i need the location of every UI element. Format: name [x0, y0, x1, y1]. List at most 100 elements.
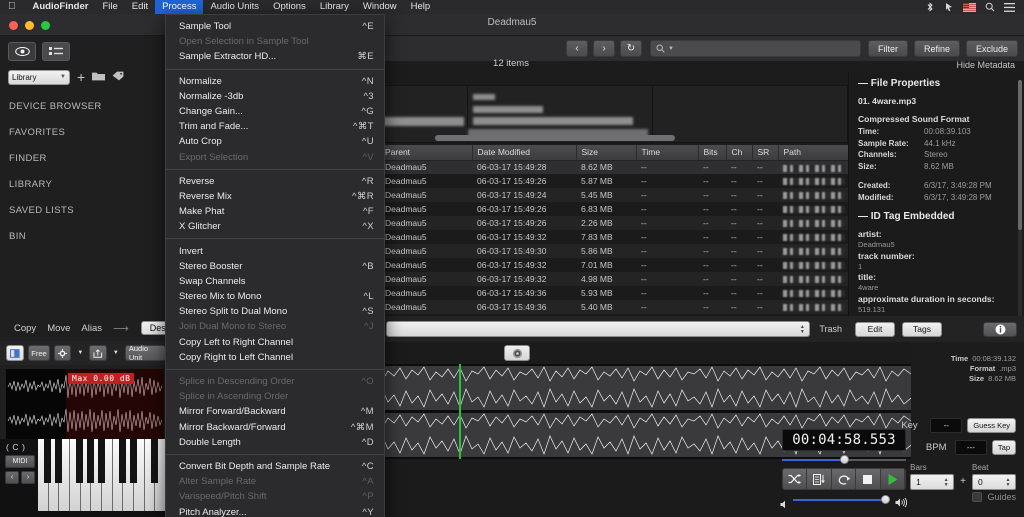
- table-row[interactable]: Deadmau5 06-03-17 15:49:26 5.87 MB -- --…: [380, 174, 848, 188]
- source-select[interactable]: Library ▼: [8, 70, 70, 85]
- play-icon-button[interactable]: [881, 469, 905, 489]
- seek-slider[interactable]: [782, 456, 906, 464]
- menu-item-trim-and-fade[interactable]: Trim and Fade...^⌘T: [166, 119, 384, 134]
- stepper-icon[interactable]: ▲▼: [941, 476, 951, 489]
- menu-help[interactable]: Help: [404, 0, 438, 14]
- sidebar-item-bin[interactable]: BIN: [0, 224, 166, 250]
- menu-item-copy-right-to-left-channel[interactable]: Copy Right to Left Channel: [166, 350, 384, 365]
- add-icon[interactable]: +: [77, 72, 85, 82]
- menu-item-x-glitcher[interactable]: X Glitcher^X: [166, 219, 384, 234]
- menu-item-normalize-3db[interactable]: Normalize -3db^3: [166, 89, 384, 104]
- refine-button[interactable]: Refine: [914, 40, 960, 57]
- table-row[interactable]: Deadmau5 06-03-17 15:49:30 5.86 MB -- --…: [380, 244, 848, 258]
- filter-button[interactable]: Filter: [868, 40, 908, 57]
- chevron-down-icon[interactable]: ▼: [75, 350, 85, 356]
- column-header-size[interactable]: Size: [576, 145, 636, 160]
- stop-icon-button[interactable]: [856, 469, 880, 489]
- hide-metadata-button[interactable]: Hide Metadata: [956, 60, 1015, 70]
- apple-logo-icon[interactable]: : [8, 2, 16, 12]
- list-view-icon-button[interactable]: [42, 42, 70, 61]
- preview-icon-button[interactable]: [6, 345, 24, 361]
- guess-key-button[interactable]: Guess Key: [967, 418, 1016, 433]
- menu-edit[interactable]: Edit: [125, 0, 155, 14]
- table-row[interactable]: Deadmau5 06-03-17 15:49:32 7.83 MB -- --…: [380, 230, 848, 244]
- tap-button[interactable]: Tap: [992, 440, 1016, 455]
- menu-item-stereo-booster[interactable]: Stereo Booster^B: [166, 259, 384, 274]
- us-flag-icon[interactable]: [963, 3, 976, 12]
- gear-icon-button[interactable]: [54, 345, 71, 361]
- menu-options[interactable]: Options: [266, 0, 313, 14]
- table-row[interactable]: Deadmau5 06-03-17 15:49:32 4.98 MB -- --…: [380, 272, 848, 286]
- menu-item-reverse-mix[interactable]: Reverse Mix^⌘R: [166, 189, 384, 204]
- file-list-table[interactable]: Parent Date Modified Size Time Bits Ch S…: [380, 145, 848, 316]
- forward-button[interactable]: ›: [593, 40, 615, 57]
- copy-button[interactable]: Copy: [14, 323, 36, 334]
- cursor-icon[interactable]: [944, 2, 954, 12]
- menu-item-mirror-forward-backward[interactable]: Mirror Forward/Backward^M: [166, 404, 384, 419]
- menu-item-make-phat[interactable]: Make Phat^F: [166, 204, 384, 219]
- piano-black-key[interactable]: [98, 439, 105, 483]
- path-field[interactable]: ▲▼: [386, 321, 810, 337]
- search-icon[interactable]: [985, 2, 995, 12]
- piano-white-key[interactable]: [38, 439, 49, 511]
- seek-knob[interactable]: [840, 455, 849, 464]
- octave-prev-button[interactable]: ‹: [5, 471, 19, 484]
- menu-item-reverse[interactable]: Reverse^R: [166, 174, 384, 189]
- playlist-icon-button[interactable]: [807, 469, 831, 489]
- stepper-icon[interactable]: ▲▼: [797, 323, 807, 336]
- menu-item-stereo-split-to-dual-mono[interactable]: Stereo Split to Dual Mono^S: [166, 304, 384, 319]
- tag-icon[interactable]: [112, 68, 124, 86]
- volume-knob[interactable]: [881, 495, 890, 504]
- share-icon-button[interactable]: [89, 345, 107, 361]
- column-header-time[interactable]: Time: [636, 145, 698, 160]
- piano-black-key[interactable]: [76, 439, 83, 483]
- shuffle-icon-button[interactable]: [783, 469, 807, 489]
- loop-icon-button[interactable]: [832, 469, 856, 489]
- stepper-icon[interactable]: ▲▼: [1003, 476, 1013, 489]
- menu-item-stereo-mix-to-mono[interactable]: Stereo Mix to Mono^L: [166, 289, 384, 304]
- sidebar-item-library[interactable]: LIBRARY: [0, 172, 166, 198]
- column-header-sr[interactable]: SR: [752, 145, 778, 160]
- menu-item-double-length[interactable]: Double Length^D: [166, 435, 384, 450]
- waveform-settings-button[interactable]: [504, 345, 530, 361]
- back-button[interactable]: ‹: [566, 40, 588, 57]
- table-row[interactable]: Deadmau5 06-03-17 15:49:26 2.26 MB -- --…: [380, 216, 848, 230]
- piano-black-key[interactable]: [44, 439, 51, 483]
- octave-next-button[interactable]: ›: [21, 471, 35, 484]
- info-icon-button[interactable]: [983, 322, 1017, 337]
- chevron-down-icon[interactable]: ▼: [111, 350, 121, 356]
- tags-button[interactable]: Tags: [902, 322, 942, 337]
- piano-black-key[interactable]: [119, 439, 126, 483]
- preview-cell[interactable]: [653, 86, 848, 144]
- search-input[interactable]: ▼: [650, 40, 861, 57]
- table-row[interactable]: Deadmau5 06-03-17 15:49:36 5.93 MB -- --…: [380, 286, 848, 300]
- bluetooth-icon[interactable]: [925, 2, 935, 12]
- bars-stepper[interactable]: 1 ▲▼: [910, 474, 954, 490]
- piano-white-key[interactable]: [70, 439, 81, 511]
- control-center-icon[interactable]: [1004, 3, 1015, 12]
- menu-item-mirror-backward-forward[interactable]: Mirror Backward/Forward^⌘M: [166, 420, 384, 435]
- midi-button[interactable]: MIDI: [5, 455, 35, 468]
- menu-item-change-gain[interactable]: Change Gain...^G: [166, 104, 384, 119]
- sidebar-item-finder[interactable]: FINDER: [0, 146, 166, 172]
- table-row[interactable]: Deadmau5 06-03-17 15:49:26 6.83 MB -- --…: [380, 202, 848, 216]
- table-row[interactable]: Deadmau5 06-03-17 15:49:28 8.62 MB -- --…: [380, 160, 848, 174]
- menu-item-sample-tool[interactable]: Sample Tool^E: [166, 19, 384, 34]
- guides-checkbox[interactable]: [972, 492, 982, 502]
- piano-keys[interactable]: [38, 439, 166, 511]
- audio-units-button[interactable]: Audio Unit: [125, 345, 166, 361]
- menu-file[interactable]: File: [95, 0, 124, 14]
- sidebar-item-saved-lists[interactable]: SAVED LISTS: [0, 198, 166, 224]
- beat-stepper[interactable]: 0 ▲▼: [972, 474, 1016, 490]
- column-header-parent[interactable]: Parent: [380, 145, 472, 160]
- menu-audiofinder[interactable]: AudioFinder: [26, 0, 96, 14]
- piano-white-key[interactable]: [113, 439, 124, 511]
- menu-item-copy-left-to-right-channel[interactable]: Copy Left to Right Channel: [166, 335, 384, 350]
- column-header-bits[interactable]: Bits: [698, 145, 726, 160]
- file-preview-strip[interactable]: [380, 85, 848, 143]
- menu-library[interactable]: Library: [313, 0, 356, 14]
- menu-item-auto-crop[interactable]: Auto Crop^U: [166, 134, 384, 149]
- menu-audio-units[interactable]: Audio Units: [203, 0, 266, 14]
- metadata-scrollbar[interactable]: [1018, 80, 1022, 325]
- table-row[interactable]: Deadmau5 06-03-17 15:49:32 7.01 MB -- --…: [380, 258, 848, 272]
